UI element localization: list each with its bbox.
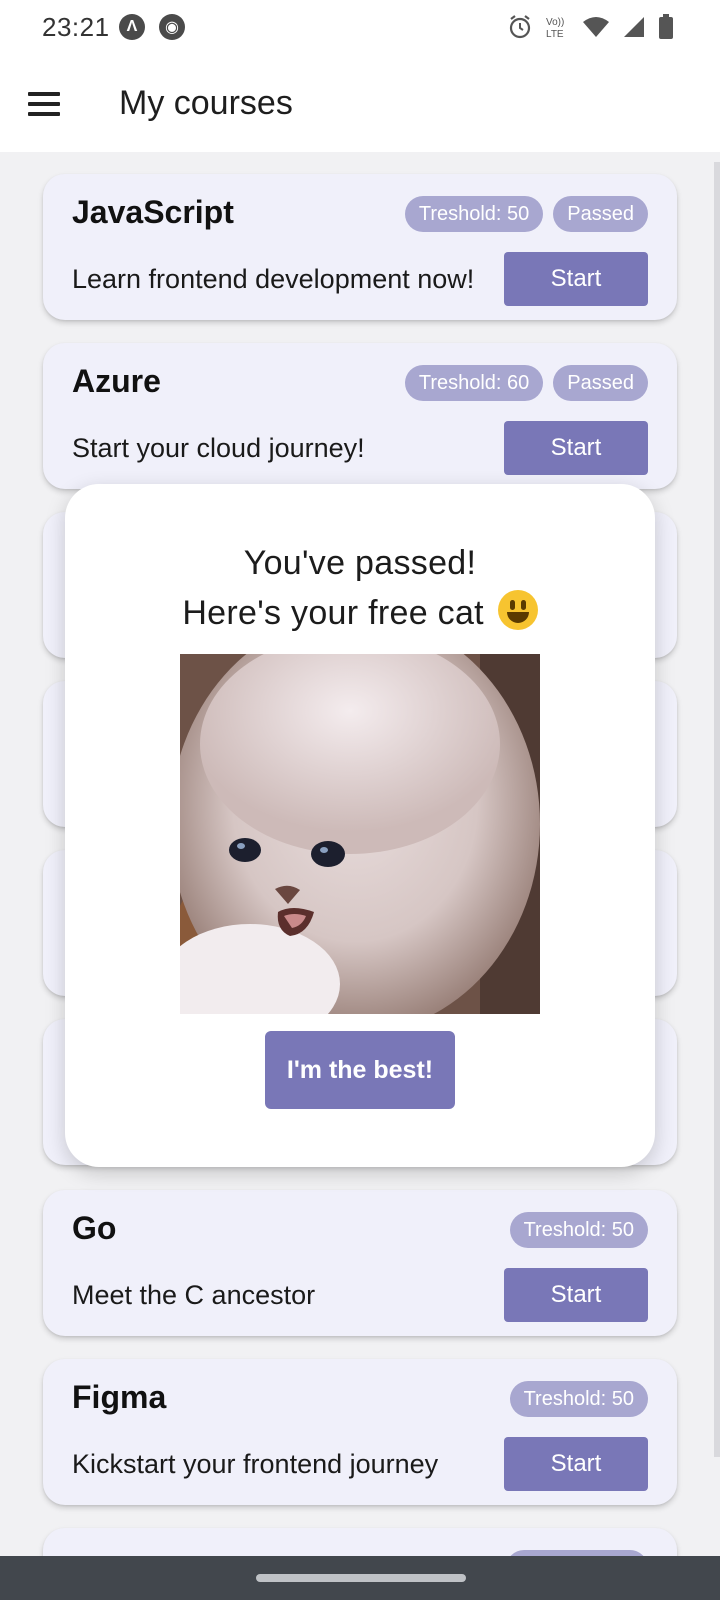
hamburger-menu-icon[interactable]: [26, 88, 66, 120]
course-badges: Treshold: 50: [509, 1212, 648, 1248]
course-badges: Treshold: 50 Passed: [404, 196, 648, 232]
congrats-dialog: You've passed! Here's your free cat I'm …: [65, 484, 655, 1167]
course-title: JavaScript: [72, 194, 234, 230]
course-description: Meet the C ancestor: [72, 1280, 316, 1310]
course-badges: Treshold: 60 Passed: [404, 365, 648, 401]
start-button[interactable]: Start: [504, 1437, 648, 1491]
course-badges: Treshold: 50: [509, 1381, 648, 1417]
notification-a-icon: Λ: [119, 14, 145, 40]
dialog-subtitle-text: Here's your free cat: [182, 594, 484, 632]
im-the-best-button[interactable]: I'm the best!: [265, 1031, 455, 1109]
battery-icon: [659, 14, 673, 39]
start-button[interactable]: Start: [504, 252, 648, 306]
status-bar: 23:21 Λ ◉ Vo)) LTE: [0, 0, 720, 56]
threshold-badge: Treshold: 50: [509, 1381, 648, 1417]
signal-icon: [624, 17, 644, 37]
volte-icon: Vo)) LTE: [546, 17, 564, 40]
passed-badge: Passed: [553, 365, 648, 401]
threshold-badge: Treshold: 60: [404, 365, 544, 401]
smiling-face-emoji-icon: [497, 590, 538, 630]
alarm-icon: [509, 15, 531, 39]
home-gesture-handle[interactable]: [256, 1574, 466, 1582]
page-title: My courses: [119, 84, 293, 122]
course-card-azure[interactable]: Azure Treshold: 60 Passed Start your clo…: [43, 343, 677, 489]
cat-image: [180, 654, 540, 1014]
svg-text:LTE: LTE: [546, 29, 564, 40]
wifi-icon: [583, 17, 609, 37]
course-card-figma[interactable]: Figma Treshold: 50 Kickstart your fronte…: [43, 1359, 677, 1505]
status-icons: Vo)) LTE: [508, 12, 674, 42]
start-button[interactable]: Start: [504, 421, 648, 475]
course-description: Kickstart your frontend journey: [72, 1449, 439, 1479]
course-card-go[interactable]: Go Treshold: 50 Meet the C ancestor Star…: [43, 1190, 677, 1336]
course-title: Figma: [72, 1379, 167, 1415]
threshold-badge: Treshold: 50: [509, 1212, 648, 1248]
course-title: Go: [72, 1210, 117, 1246]
dialog-title: You've passed!: [243, 544, 477, 582]
start-button[interactable]: Start: [504, 1268, 648, 1322]
course-description: Learn frontend development now!: [72, 264, 475, 294]
status-time: 23:21: [42, 12, 110, 42]
svg-text:Vo)): Vo)): [546, 17, 564, 28]
course-title: Azure: [72, 363, 161, 399]
course-description: Start your cloud journey!: [72, 433, 365, 463]
scrollbar[interactable]: [714, 162, 720, 1457]
course-card-javascript[interactable]: JavaScript Treshold: 50 Passed Learn fro…: [43, 174, 677, 320]
system-nav-bar: [0, 1556, 720, 1600]
dialog-subtitle: Here's your free cat: [65, 590, 655, 633]
course-card-partial[interactable]: [43, 1528, 677, 1556]
app-bar: My courses: [0, 56, 720, 152]
threshold-badge: Treshold: 50: [404, 196, 544, 232]
notification-b-icon: ◉: [159, 14, 185, 40]
passed-badge: Passed: [553, 196, 648, 232]
